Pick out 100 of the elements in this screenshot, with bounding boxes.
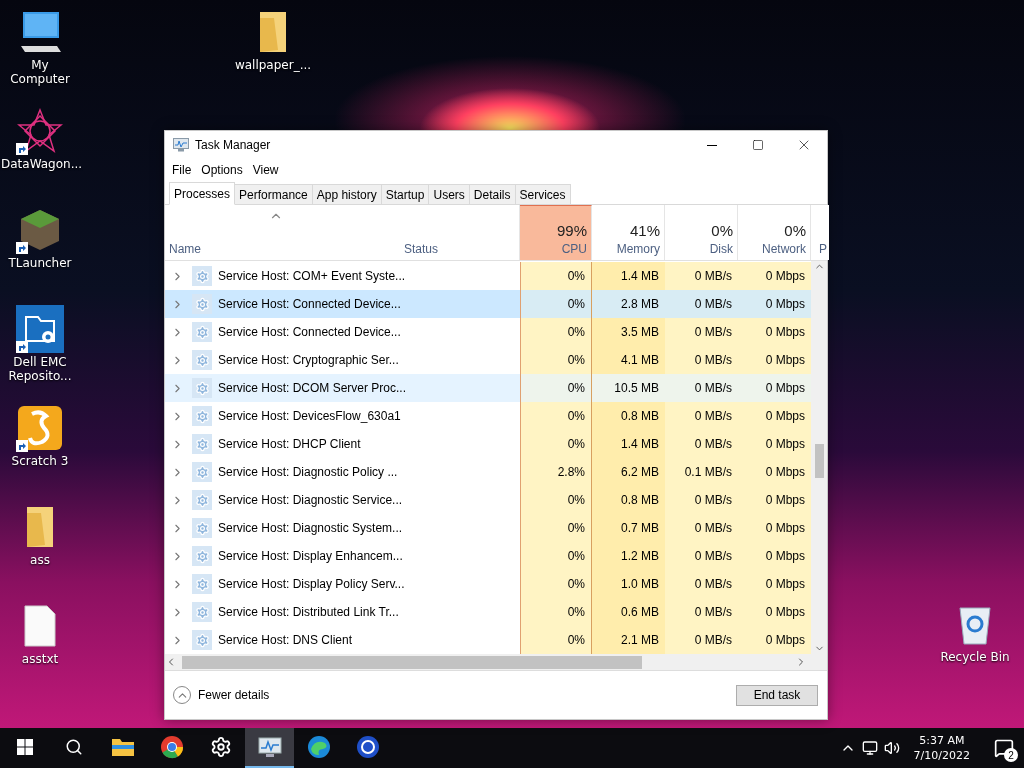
- network-icon[interactable]: [861, 740, 878, 756]
- tab[interactable]: Performance: [234, 184, 313, 204]
- desktop-icon-label[interactable]: Recycle Bin: [936, 650, 1014, 664]
- table-cell: 0 Mbps: [738, 290, 811, 318]
- process-name: Service Host: Connected Device...: [218, 325, 401, 339]
- table-cell: 0%: [520, 346, 592, 374]
- monitor-chart-icon: [173, 138, 189, 152]
- scratch-cat-icon: [18, 406, 62, 450]
- round-app-icon: [355, 735, 380, 759]
- window-title: Task Manager: [195, 138, 272, 152]
- column-percent: 0%: [711, 222, 733, 239]
- settings-icon: [209, 736, 232, 758]
- menu-item[interactable]: File: [168, 161, 196, 179]
- table-cell: 0%: [520, 598, 592, 626]
- table-cell: 0%: [520, 374, 592, 402]
- horizontal-scrollbar[interactable]: [165, 654, 827, 671]
- table-cell: 0 MB/s: [665, 570, 738, 598]
- process-name: Service Host: DNS Client: [218, 633, 353, 647]
- column-header[interactable]: Status: [404, 242, 439, 256]
- table-cell: 4.1 MB: [592, 346, 665, 374]
- table-cell: 0 MB/s: [665, 318, 738, 346]
- table-cell: 0%: [520, 318, 592, 346]
- scrollbar-thumb[interactable]: [815, 444, 824, 478]
- table-cell: 1.4 MB: [592, 262, 665, 290]
- monitor-chart-icon: [257, 736, 282, 758]
- table-cell: 0.1 MB/s: [665, 458, 738, 486]
- tab[interactable]: Users: [428, 184, 470, 204]
- table-cell: 0 Mbps: [738, 458, 811, 486]
- notifications-button[interactable]: 2: [984, 728, 1024, 768]
- star-pattern-icon: [17, 108, 63, 154]
- table-cell: 0.8 MB: [592, 486, 665, 514]
- column-header[interactable]: P: [819, 242, 827, 256]
- process-name: Service Host: Diagnostic Service...: [218, 493, 403, 507]
- table-cell: 0%: [520, 290, 592, 318]
- table-cell: 0%: [520, 626, 592, 654]
- column-header[interactable]: Memory: [616, 242, 660, 256]
- tab[interactable]: Services: [514, 184, 571, 204]
- tab[interactable]: Details: [468, 184, 516, 204]
- taskbar-button[interactable]: [245, 728, 294, 768]
- table-cell: 0 MB/s: [665, 262, 738, 290]
- windows-logo-icon: [16, 739, 33, 755]
- table-cell: 0 Mbps: [738, 542, 811, 570]
- table-cell: 0 MB/s: [665, 402, 738, 430]
- gear-icon: [192, 294, 212, 314]
- desktop-icon-label[interactable]: wallpaper_...: [234, 58, 312, 72]
- table-cell: 10.5 MB: [592, 374, 665, 402]
- table-cell: 0 Mbps: [738, 374, 811, 402]
- column-header[interactable]: Network: [762, 242, 806, 256]
- table-cell: 0 Mbps: [738, 486, 811, 514]
- table-cell: 0 MB/s: [665, 374, 738, 402]
- column-header[interactable]: CPU: [561, 242, 587, 256]
- desktop-icon-label[interactable]: asstxt: [1, 652, 79, 666]
- process-name: Service Host: Connected Device...: [218, 297, 401, 311]
- table-cell: 0%: [520, 262, 592, 290]
- table-cell: 0 MB/s: [665, 346, 738, 374]
- table-cell: 0.7 MB: [592, 514, 665, 542]
- gear-icon: [192, 602, 212, 622]
- table-cell: 0 Mbps: [738, 262, 811, 290]
- column-percent: 41%: [629, 222, 660, 239]
- table-cell: 0 Mbps: [738, 570, 811, 598]
- volume-icon[interactable]: [883, 740, 900, 756]
- desktop-icon-label[interactable]: TLauncher: [1, 256, 79, 270]
- table-cell: 0 MB/s: [665, 542, 738, 570]
- vertical-scrollbar[interactable]: [811, 261, 827, 654]
- table-cell: 0%: [520, 570, 592, 598]
- desktop-icon-label[interactable]: Dell EMC Reposito...: [1, 355, 79, 383]
- notification-icon: [994, 738, 1014, 758]
- process-name: Service Host: Distributed Link Tr...: [218, 605, 399, 619]
- table-cell: 0.8 MB: [592, 402, 665, 430]
- folder-gear-icon: [16, 305, 64, 353]
- menu-item[interactable]: Options: [197, 161, 247, 179]
- process-row[interactable]: Service Host: DCOM Server Proc...: [165, 374, 520, 402]
- process-name: Service Host: DevicesFlow_630a1: [218, 409, 401, 423]
- table-cell: 0%: [520, 430, 592, 458]
- desktop-icon-label[interactable]: Scratch 3: [1, 454, 79, 468]
- menu-item[interactable]: View: [248, 161, 283, 179]
- desktop-icon-label[interactable]: DataWagon...: [1, 157, 79, 171]
- table-cell: 0.6 MB: [592, 598, 665, 626]
- tab[interactable]: Startup: [380, 184, 430, 204]
- table-cell: 1.0 MB: [592, 570, 665, 598]
- clock[interactable]: 5:37 AM 7/10/2022: [905, 733, 978, 763]
- tab[interactable]: Processes: [169, 182, 236, 205]
- browser-wave-icon: [306, 735, 331, 759]
- gear-icon: [192, 546, 212, 566]
- process-name: Service Host: Display Policy Serv...: [218, 577, 405, 591]
- table-cell: 0 MB/s: [665, 486, 738, 514]
- table-cell: 0 MB/s: [665, 514, 738, 542]
- process-name: Service Host: COM+ Event Syste...: [218, 269, 406, 283]
- tab[interactable]: App history: [311, 184, 382, 204]
- process-name: Service Host: Display Enhancem...: [218, 549, 403, 563]
- process-row[interactable]: Service Host: Connected Device...: [165, 290, 520, 318]
- table-cell: 0 Mbps: [738, 430, 811, 458]
- end-task-button[interactable]: End task: [736, 684, 818, 706]
- scrollbar-thumb[interactable]: [182, 656, 642, 669]
- desktop-icon-label[interactable]: ass: [1, 553, 79, 567]
- desktop-icon-label[interactable]: My Computer: [1, 58, 79, 86]
- column-header[interactable]: Disk: [709, 242, 733, 256]
- column-header[interactable]: Name: [169, 242, 201, 256]
- fewer-details-button[interactable]: Fewer details: [173, 686, 270, 704]
- column-percent: 99%: [556, 222, 587, 239]
